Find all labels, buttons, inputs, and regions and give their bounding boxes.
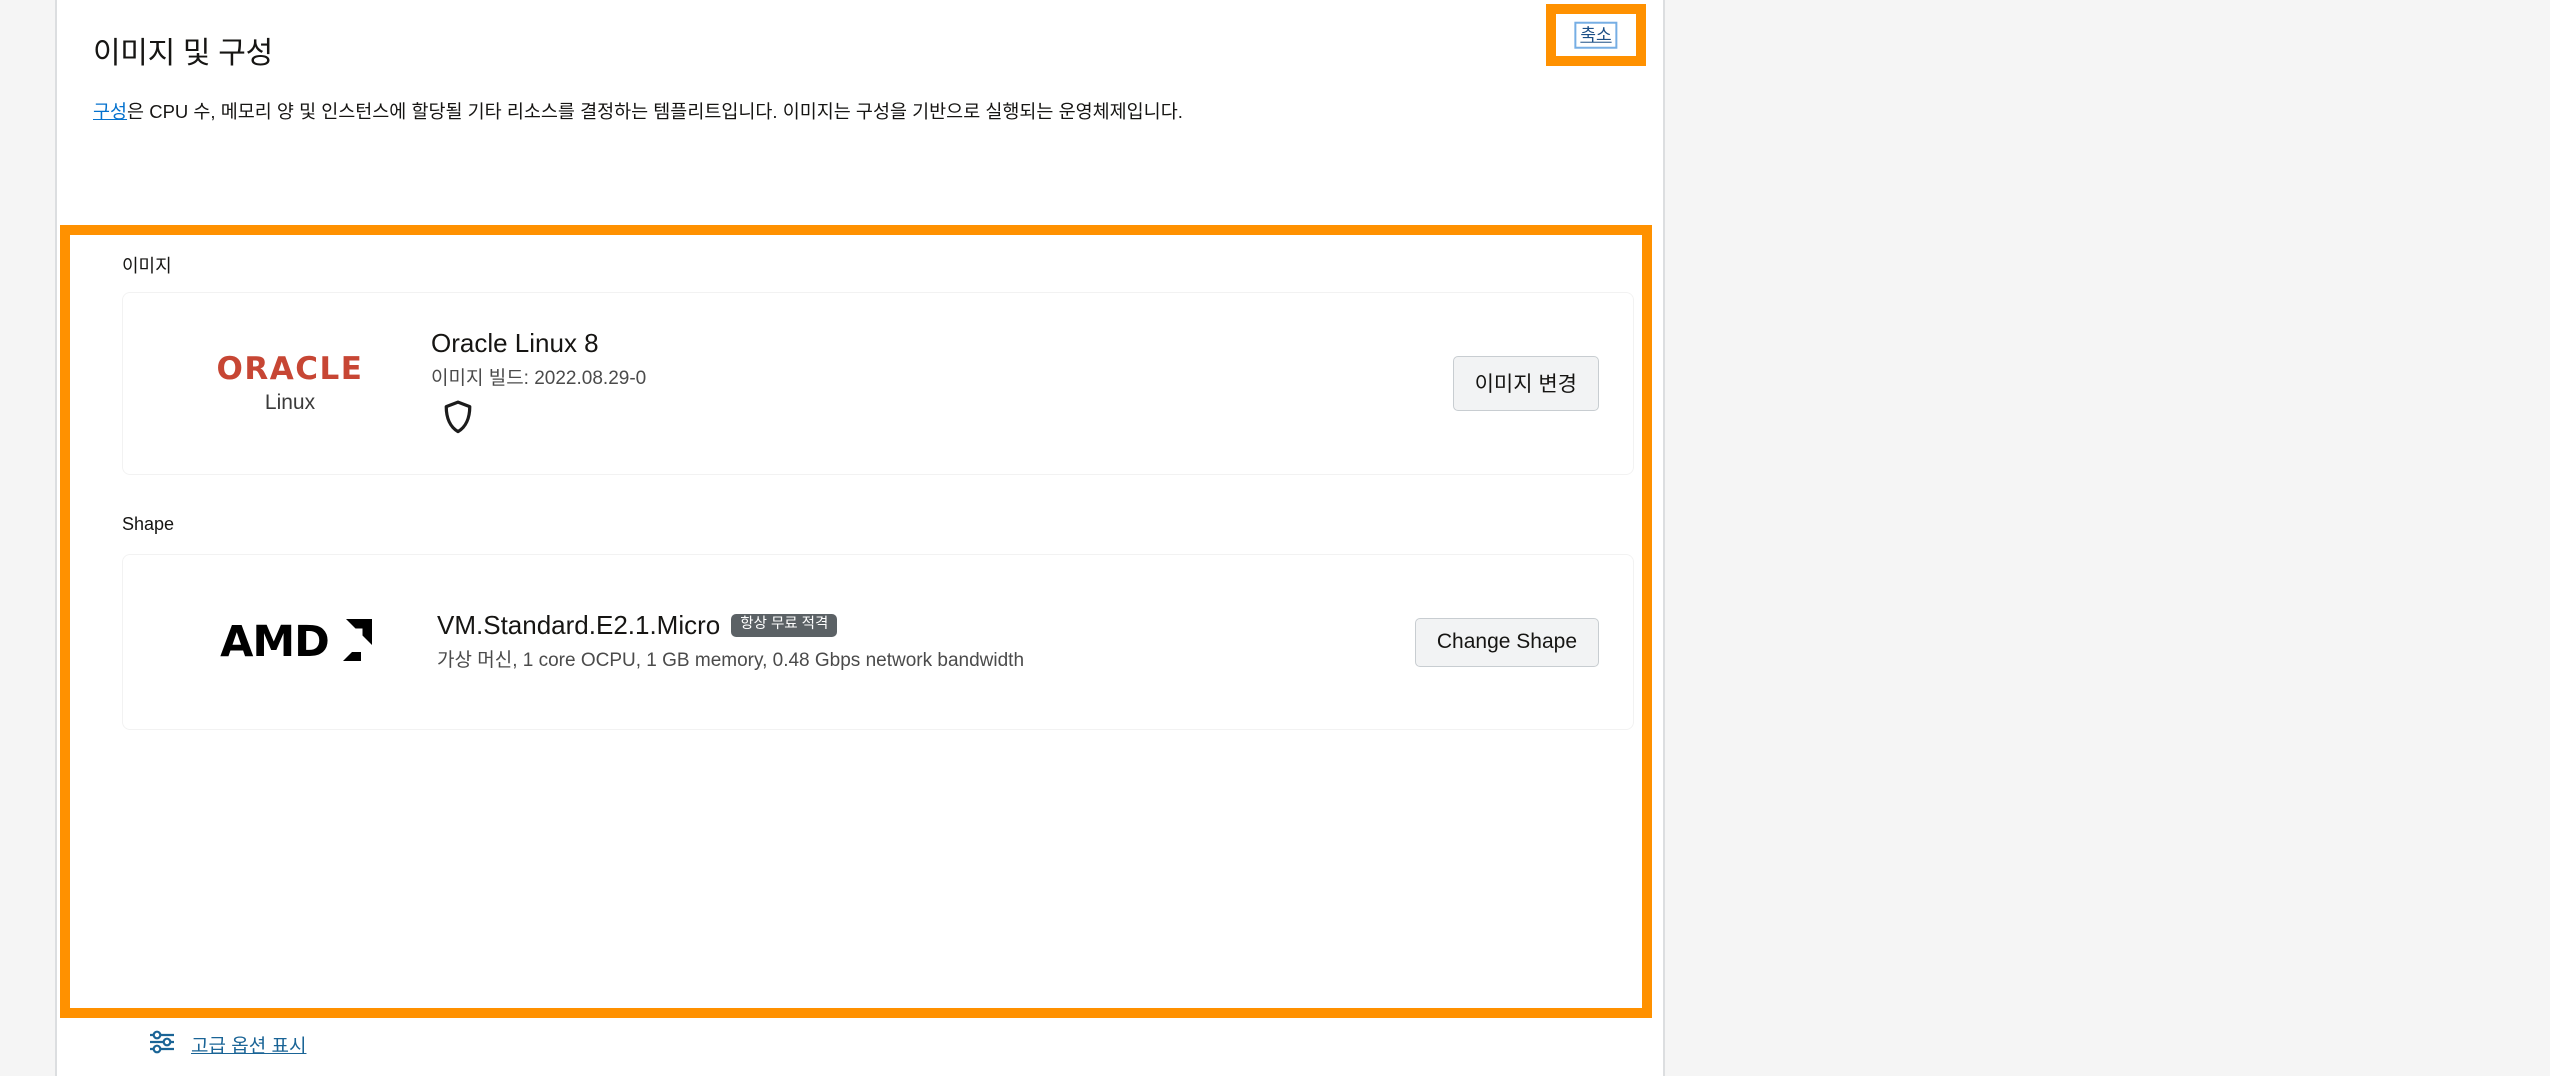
image-name: Oracle Linux 8 [431, 328, 599, 359]
oracle-linux-subtext: Linux [264, 391, 316, 414]
shape-section-label: Shape [122, 514, 175, 534]
image-details: Oracle Linux 8 이미지 빌드: 2022.08.29-0 [405, 328, 1453, 439]
section-header: 이미지 및 구성 구성은 CPU 수, 메모리 양 및 인스턴스에 할당될 기타… [57, 0, 1663, 127]
oracle-wordmark: ORACLE [216, 351, 364, 387]
image-and-shape-highlight: 이미지 ORACLE Linux Oracle Linux 8 이미지 빌드: … [60, 225, 1652, 1018]
collapse-button[interactable]: 축소 [1574, 21, 1618, 49]
section-description-text: 은 CPU 수, 메모리 양 및 인스턴스에 할당될 기타 리소스를 결정하는 … [127, 101, 1183, 122]
always-free-badge: 항상 무료 적격 [731, 614, 838, 638]
image-card: ORACLE Linux Oracle Linux 8 이미지 빌드: 2022… [122, 292, 1634, 475]
amd-logo: AMD [169, 616, 411, 667]
sliders-icon [149, 1029, 175, 1060]
image-build: 이미지 빌드: 2022.08.29-0 [431, 368, 647, 390]
change-shape-button[interactable]: Change Shape [1414, 617, 1599, 667]
page-title: 이미지 및 구성 [93, 37, 273, 70]
image-section-label: 이미지 [122, 256, 172, 276]
collapse-button-highlight: 축소 [1546, 4, 1646, 66]
shape-card: AMD VM.Standard.E2.1.Micro 항상 무료 적격 가상 머… [122, 554, 1634, 730]
amd-wordmark: AMD [220, 616, 330, 667]
screen-root: 이미지 및 구성 구성은 CPU 수, 메모리 양 및 인스턴스에 할당될 기타… [0, 0, 2550, 1076]
image-action: 이미지 변경 [1452, 356, 1599, 411]
shape-name: VM.Standard.E2.1.Micro [437, 610, 721, 641]
shape-details: VM.Standard.E2.1.Micro 항상 무료 적격 가상 머신, 1… [411, 610, 1415, 674]
configuration-link[interactable]: 구성 [93, 101, 127, 122]
shield-icon [431, 400, 1453, 439]
section-description: 구성은 CPU 수, 메모리 양 및 인스턴스에 할당될 기타 리소스를 결정하… [93, 72, 1648, 127]
shape-action: Change Shape [1414, 617, 1599, 667]
content-panel: 이미지 및 구성 구성은 CPU 수, 메모리 양 및 인스턴스에 할당될 기타… [55, 0, 1665, 1076]
oracle-linux-logo: ORACLE Linux [169, 351, 405, 414]
amd-arrow-icon [330, 618, 372, 666]
advanced-options-row[interactable]: 고급 옵션 표시 [149, 1029, 306, 1060]
show-advanced-options-link[interactable]: 고급 옵션 표시 [191, 1031, 306, 1058]
shape-specs: 가상 머신, 1 core OCPU, 1 GB memory, 0.48 Gb… [437, 650, 1025, 672]
change-image-button[interactable]: 이미지 변경 [1452, 356, 1599, 411]
